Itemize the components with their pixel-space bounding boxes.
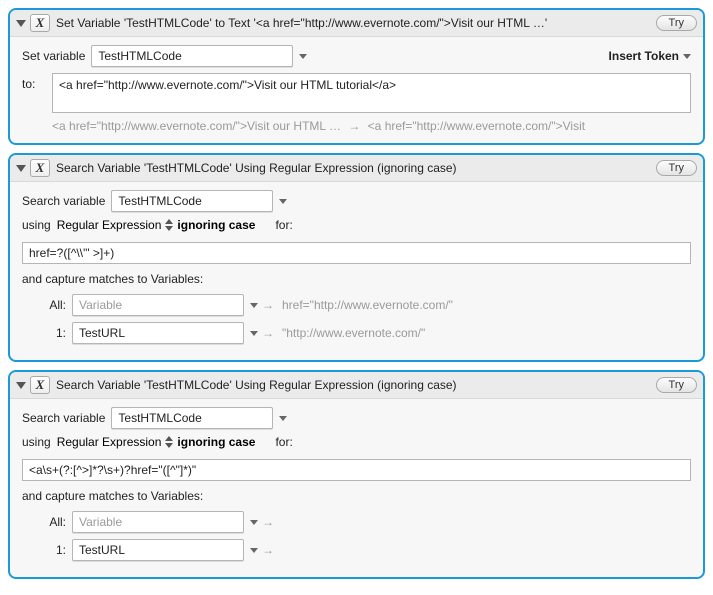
variable-select[interactable]: TestHTMLCode bbox=[91, 45, 293, 67]
capture-all-label: All: bbox=[22, 515, 72, 529]
chevron-down-icon bbox=[165, 443, 173, 448]
chevron-up-icon bbox=[165, 436, 173, 441]
preview-before: <a href="http://www.evernote.com/">Visit… bbox=[52, 119, 341, 133]
try-button[interactable]: Try bbox=[656, 15, 697, 31]
action-set-variable: X Set Variable 'TestHTMLCode' to Text '<… bbox=[8, 8, 705, 145]
action-variable-icon: X bbox=[30, 14, 50, 32]
capture-heading: and capture matches to Variables: bbox=[22, 272, 685, 286]
capture-1-value: TestURL bbox=[79, 543, 239, 557]
capture-1-label: 1: bbox=[22, 543, 72, 557]
disclosure-triangle-icon[interactable] bbox=[16, 382, 26, 389]
disclosure-triangle-icon[interactable] bbox=[16, 165, 26, 172]
capture-all-label: All: bbox=[22, 298, 72, 312]
chevron-down-icon bbox=[683, 54, 691, 59]
capture-all-placeholder: Variable bbox=[79, 298, 239, 312]
action-title: Set Variable 'TestHTMLCode' to Text '<a … bbox=[56, 16, 650, 30]
capture-all-placeholder: Variable bbox=[79, 515, 239, 529]
search-mode-value: Regular Expression bbox=[57, 218, 162, 232]
arrow-icon: → bbox=[262, 326, 274, 340]
action-search-variable-2: X Search Variable 'TestHTMLCode' Using R… bbox=[8, 370, 705, 579]
capture-1-preview: "http://www.evernote.com/" bbox=[282, 326, 425, 340]
ignoring-case-label[interactable]: ignoring case bbox=[177, 435, 255, 449]
action-header[interactable]: X Search Variable 'TestHTMLCode' Using R… bbox=[10, 372, 703, 399]
arrow-icon: → bbox=[262, 515, 274, 529]
mode-stepper[interactable] bbox=[165, 436, 173, 448]
chevron-down-icon bbox=[165, 226, 173, 231]
action-title: Search Variable 'TestHTMLCode' Using Reg… bbox=[56, 378, 650, 392]
capture-1-value: TestURL bbox=[79, 326, 239, 340]
chevron-up-icon bbox=[165, 219, 173, 224]
chevron-down-icon[interactable] bbox=[250, 548, 258, 553]
variable-select-value: TestHTMLCode bbox=[98, 49, 288, 63]
ignoring-case-label[interactable]: ignoring case bbox=[177, 218, 255, 232]
for-label: for: bbox=[275, 218, 292, 232]
capture-all-preview: href="http://www.evernote.com/" bbox=[282, 298, 453, 312]
mode-stepper[interactable] bbox=[165, 219, 173, 231]
action-title: Search Variable 'TestHTMLCode' Using Reg… bbox=[56, 161, 650, 175]
arrow-icon: → bbox=[348, 119, 360, 133]
action-header[interactable]: X Set Variable 'TestHTMLCode' to Text '<… bbox=[10, 10, 703, 37]
search-variable-label: Search variable bbox=[22, 194, 105, 208]
chevron-down-icon[interactable] bbox=[279, 199, 287, 204]
action-variable-icon: X bbox=[30, 159, 50, 177]
insert-token-button[interactable]: Insert Token bbox=[609, 49, 691, 63]
variable-select-value: TestHTMLCode bbox=[118, 194, 268, 208]
capture-1-label: 1: bbox=[22, 326, 72, 340]
action-search-variable-1: X Search Variable 'TestHTMLCode' Using R… bbox=[8, 153, 705, 362]
using-label: using bbox=[22, 435, 51, 449]
chevron-down-icon[interactable] bbox=[250, 331, 258, 336]
capture-all-select[interactable]: Variable bbox=[72, 294, 244, 316]
try-button[interactable]: Try bbox=[656, 160, 697, 176]
disclosure-triangle-icon[interactable] bbox=[16, 20, 26, 27]
chevron-down-icon[interactable] bbox=[250, 520, 258, 525]
preview-line: <a href="http://www.evernote.com/">Visit… bbox=[22, 119, 691, 133]
action-header[interactable]: X Search Variable 'TestHTMLCode' Using R… bbox=[10, 155, 703, 182]
try-button[interactable]: Try bbox=[656, 377, 697, 393]
variable-select-value: TestHTMLCode bbox=[118, 411, 268, 425]
value-textarea[interactable] bbox=[52, 73, 691, 113]
chevron-down-icon[interactable] bbox=[299, 54, 307, 59]
regex-input[interactable] bbox=[22, 459, 691, 481]
capture-all-select[interactable]: Variable bbox=[72, 511, 244, 533]
search-variable-label: Search variable bbox=[22, 411, 105, 425]
preview-after: <a href="http://www.evernote.com/">Visit bbox=[368, 119, 585, 133]
for-label: for: bbox=[275, 435, 292, 449]
action-variable-icon: X bbox=[30, 376, 50, 394]
arrow-icon: → bbox=[262, 298, 274, 312]
regex-input[interactable] bbox=[22, 242, 691, 264]
variable-select[interactable]: TestHTMLCode bbox=[111, 407, 273, 429]
set-variable-label: Set variable bbox=[22, 49, 85, 63]
capture-1-select[interactable]: TestURL bbox=[72, 322, 244, 344]
arrow-icon: → bbox=[262, 543, 274, 557]
chevron-down-icon[interactable] bbox=[279, 416, 287, 421]
capture-heading: and capture matches to Variables: bbox=[22, 489, 685, 503]
capture-1-select[interactable]: TestURL bbox=[72, 539, 244, 561]
using-label: using bbox=[22, 218, 51, 232]
search-mode-value: Regular Expression bbox=[57, 435, 162, 449]
insert-token-label: Insert Token bbox=[609, 49, 679, 63]
to-label: to: bbox=[22, 73, 52, 91]
variable-select[interactable]: TestHTMLCode bbox=[111, 190, 273, 212]
chevron-down-icon[interactable] bbox=[250, 303, 258, 308]
